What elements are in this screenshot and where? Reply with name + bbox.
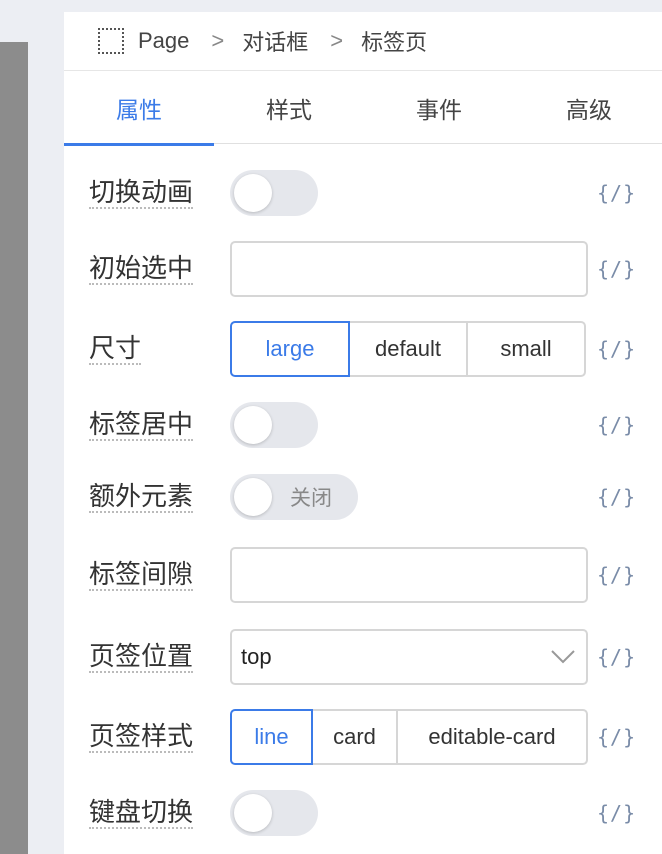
toggle-knob bbox=[234, 174, 272, 212]
keyboard-switch-toggle[interactable] bbox=[230, 790, 318, 836]
size-option-default[interactable]: default bbox=[348, 321, 468, 377]
tab-label: 样式 bbox=[266, 97, 312, 123]
breadcrumb-item-tabs[interactable]: 标签页 bbox=[361, 25, 427, 57]
label-gap-input[interactable] bbox=[230, 547, 588, 603]
property-label: 标签间隙 bbox=[89, 559, 194, 591]
code-binding-icon[interactable]: {/} bbox=[597, 801, 636, 825]
tab-position-select[interactable]: top bbox=[230, 629, 588, 685]
property-label: 初始选中 bbox=[89, 253, 194, 285]
code-binding-icon[interactable]: {/} bbox=[597, 181, 636, 205]
initial-selected-input[interactable] bbox=[230, 241, 588, 297]
breadcrumb-item-page[interactable]: Page bbox=[138, 28, 189, 54]
page-icon bbox=[98, 28, 124, 54]
code-binding-icon[interactable]: {/} bbox=[597, 563, 636, 587]
property-label: 页签位置 bbox=[89, 641, 194, 673]
tab-style-option-card[interactable]: card bbox=[311, 709, 398, 765]
property-label: 键盘切换 bbox=[89, 797, 194, 829]
size-option-small[interactable]: small bbox=[466, 321, 586, 377]
code-binding-icon[interactable]: {/} bbox=[597, 337, 636, 361]
size-option-large[interactable]: large bbox=[230, 321, 350, 377]
select-value: top bbox=[241, 644, 272, 669]
property-row-switch-animation: 切换动画 {/} bbox=[64, 164, 662, 222]
active-tab-indicator bbox=[64, 143, 214, 146]
switch-animation-toggle[interactable] bbox=[230, 170, 318, 216]
panel-tabs: 属性 样式 事件 高级 bbox=[64, 72, 662, 146]
tab-label: 属性 bbox=[116, 97, 162, 123]
tab-style[interactable]: 样式 bbox=[214, 72, 364, 144]
properties-panel: Page > 对话框 > 标签页 属性 样式 事件 高级 切换动画 {/} 初始… bbox=[64, 12, 662, 854]
tab-events[interactable]: 事件 bbox=[364, 72, 514, 144]
property-row-extra-element: 额外元素 关闭 {/} bbox=[64, 468, 662, 526]
breadcrumb-separator-icon: > bbox=[330, 28, 344, 53]
tab-style-option-editable-card[interactable]: editable-card bbox=[396, 709, 588, 765]
toggle-knob bbox=[234, 794, 272, 832]
code-binding-icon[interactable]: {/} bbox=[597, 725, 636, 749]
property-row-label-centered: 标签居中 {/} bbox=[64, 396, 662, 454]
breadcrumb-separator-icon: > bbox=[211, 28, 225, 53]
property-row-tab-style: 页签样式 line card editable-card {/} bbox=[64, 708, 662, 766]
code-binding-icon[interactable]: {/} bbox=[597, 485, 636, 509]
property-row-label-gap: 标签间隙 {/} bbox=[64, 546, 662, 604]
chevron-down-icon bbox=[551, 650, 575, 664]
tab-label: 高级 bbox=[566, 97, 612, 123]
property-row-tab-position: 页签位置 top {/} bbox=[64, 628, 662, 686]
property-row-keyboard-switch: 键盘切换 {/} bbox=[64, 784, 662, 842]
property-label: 尺寸 bbox=[89, 333, 142, 365]
tab-style-option-line[interactable]: line bbox=[230, 709, 313, 765]
property-label: 页签样式 bbox=[89, 721, 194, 753]
tab-label: 事件 bbox=[416, 97, 462, 123]
toggle-state-text: 关闭 bbox=[290, 487, 332, 510]
tab-properties[interactable]: 属性 bbox=[64, 72, 214, 146]
code-binding-icon[interactable]: {/} bbox=[597, 645, 636, 669]
tab-style-segmented-control: line card editable-card bbox=[230, 709, 588, 765]
tab-advanced[interactable]: 高级 bbox=[514, 72, 662, 144]
label-centered-toggle[interactable] bbox=[230, 402, 318, 448]
property-row-size: 尺寸 large default small {/} bbox=[64, 320, 662, 378]
code-binding-icon[interactable]: {/} bbox=[597, 257, 636, 281]
toggle-knob bbox=[234, 478, 272, 516]
left-canvas-strip bbox=[0, 42, 28, 854]
property-label: 标签居中 bbox=[89, 409, 194, 441]
breadcrumb-item-dialog[interactable]: 对话框 bbox=[242, 25, 308, 57]
property-label: 额外元素 bbox=[89, 481, 194, 513]
property-row-initial-selected: 初始选中 {/} bbox=[64, 240, 662, 298]
code-binding-icon[interactable]: {/} bbox=[597, 413, 636, 437]
toggle-knob bbox=[234, 406, 272, 444]
breadcrumb: Page > 对话框 > 标签页 bbox=[64, 12, 662, 71]
size-segmented-control: large default small bbox=[230, 321, 586, 377]
property-label: 切换动画 bbox=[89, 177, 194, 209]
extra-element-toggle[interactable]: 关闭 bbox=[230, 474, 358, 520]
